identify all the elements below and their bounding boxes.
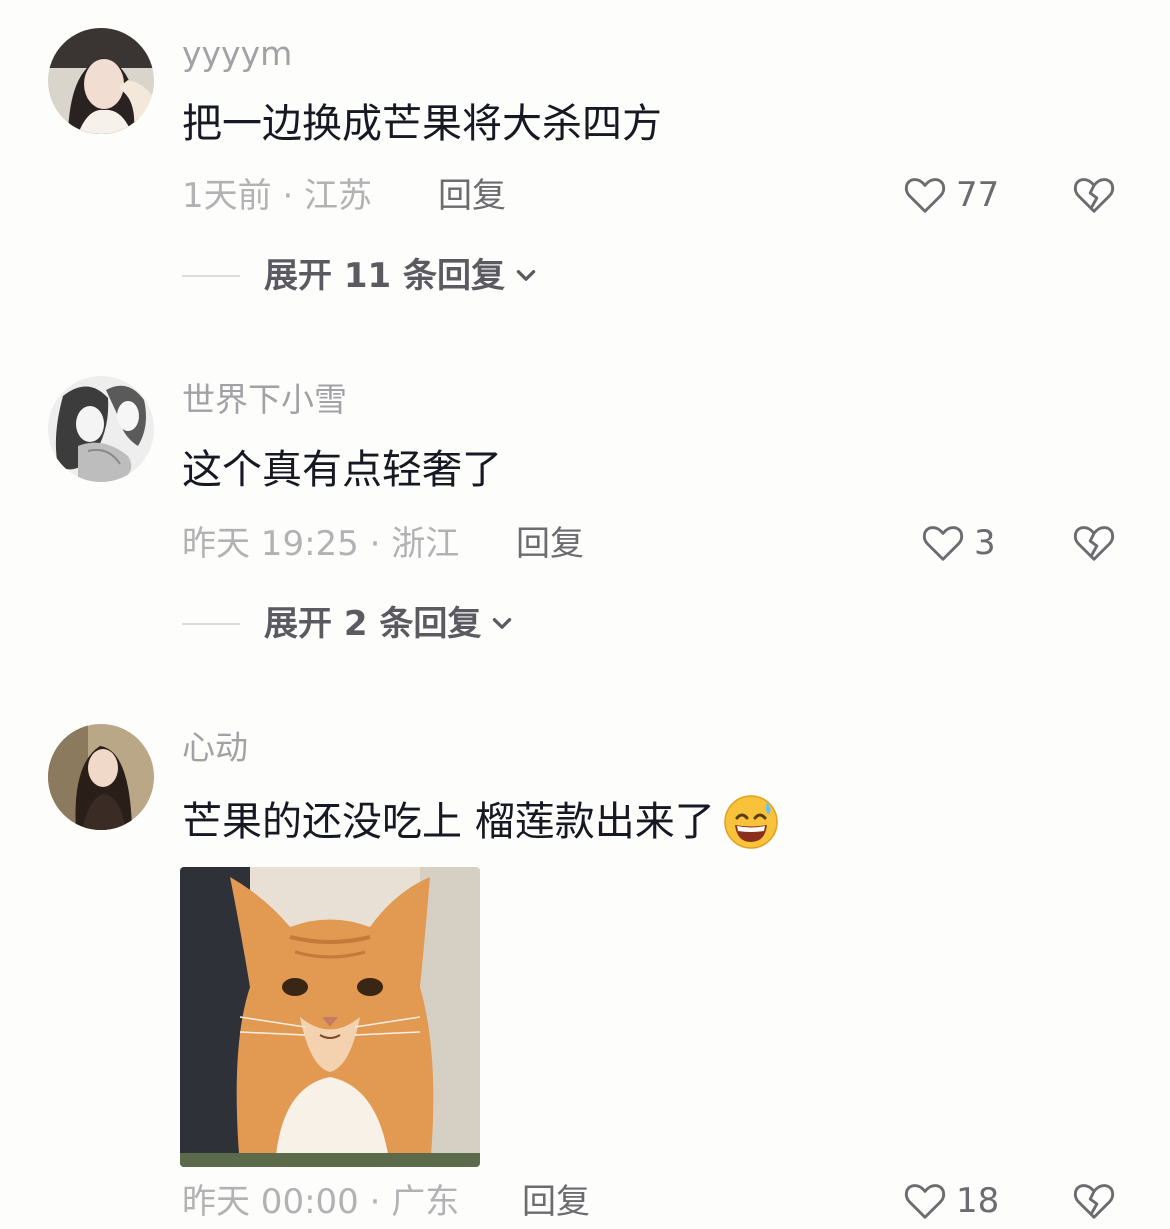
dislike-button[interactable] <box>1070 1178 1118 1228</box>
grinning-sweat-emoji-icon <box>723 795 778 849</box>
like-button[interactable]: 18 <box>902 1178 999 1224</box>
avatar-girl-icon <box>48 724 154 830</box>
reply-button[interactable]: 回复 <box>522 1180 590 1224</box>
comment-text-content: 芒果的还没吃上 榴莲款出来了 <box>182 799 715 845</box>
like-count: 18 <box>956 1181 1000 1221</box>
cat-image-icon <box>180 867 480 1167</box>
comment-text: 芒果的还没吃上 榴莲款出来了 <box>182 794 779 850</box>
heart-outline-icon <box>904 1184 946 1219</box>
broken-heart-icon <box>1073 1184 1115 1219</box>
orange-cat-photo[interactable] <box>180 867 480 1167</box>
avatar[interactable] <box>48 724 154 830</box>
comment-item: 心动 芒果的还没吃上 榴莲款出来了 昨天 00:00 · 广东 回复 18 <box>0 0 1170 1229</box>
username[interactable]: 心动 <box>182 728 248 768</box>
comment-meta: 昨天 00:00 · 广东 <box>182 1182 460 1222</box>
